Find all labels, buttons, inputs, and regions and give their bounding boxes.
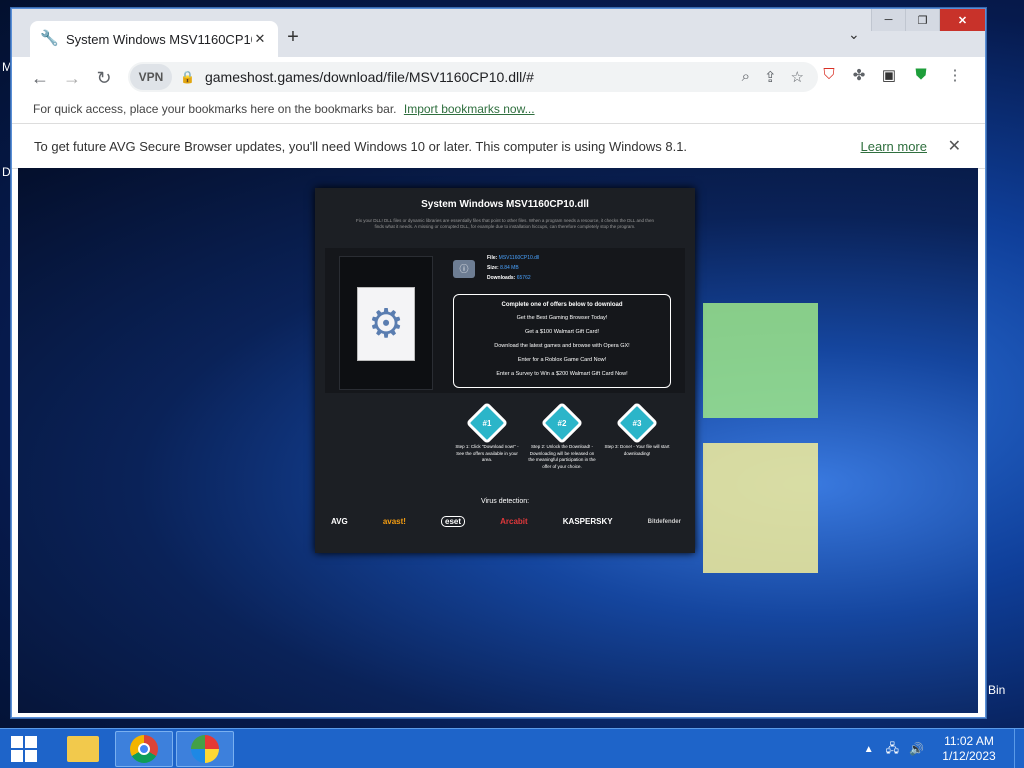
offers-heading: Complete one of offers below to download [501, 302, 623, 308]
show-desktop-button[interactable] [1014, 729, 1024, 768]
tab-title: System Windows MSV1160CP10.dll [66, 31, 252, 47]
downloads-value: 65762 [516, 275, 531, 281]
browser-window: 🔧 System Windows MSV1160CP10.dll ✕ + ⌄ ─… [11, 8, 986, 718]
taskbar-avg-browser[interactable] [176, 731, 234, 767]
virus-detection-heading: Virus detection: [480, 498, 530, 505]
step-text: Step 1: Click "Download now!" - See the … [455, 444, 519, 462]
minimize-button[interactable]: ─ [871, 9, 905, 31]
chrome-icon [130, 735, 158, 763]
infobar-close-icon[interactable]: ✕ [948, 136, 961, 156]
file-label: File: [487, 255, 498, 261]
eset-logo: eset [441, 516, 466, 527]
show-hidden-icons-chevron-icon[interactable]: ▲ [864, 744, 874, 755]
infobar-message: To get future AVG Secure Browser updates… [34, 138, 688, 154]
bookmarks-hint: For quick access, place your bookmarks h… [33, 102, 397, 116]
kaspersky-logo: KASPERSKY [562, 517, 613, 526]
privacy-shield-icon[interactable]: ⛉ [818, 66, 840, 83]
avg-browser-icon [191, 735, 219, 763]
taskbar: ▲ 🖧 🔊 11:02 AM 1/12/2023 [0, 728, 1024, 768]
new-tab-button[interactable]: + [280, 26, 306, 49]
bookmarks-bar: For quick access, place your bookmarks h… [12, 99, 985, 123]
url-text[interactable]: gameshost.games/download/file/MSV1160CP1… [205, 69, 742, 85]
network-icon[interactable]: 🖧 [886, 739, 899, 760]
step-badge: #2 [540, 401, 584, 445]
file-panel: ⚙ ⓘ File: MSV1160CP10.dll Size: 8.84 MB … [325, 248, 685, 393]
update-infobar: To get future AVG Secure Browser updates… [12, 123, 985, 169]
offer-link[interactable]: Get the Best Gaming Browser Today! [454, 311, 670, 325]
system-tray: ▲ 🖧 🔊 11:02 AM 1/12/2023 [864, 729, 1024, 768]
arcabit-logo: Arcabit [500, 517, 528, 526]
tab-strip: 🔧 System Windows MSV1160CP10.dll ✕ + ⌄ ─… [12, 9, 985, 57]
clock-time: 11:02 AM [944, 734, 994, 748]
step-text: Step 2: Unlock the Download! - Downloadi… [528, 444, 596, 469]
offer-link[interactable]: Enter for a Roblox Game Card Now! [454, 353, 670, 367]
step-badge: #1 [465, 401, 509, 445]
folder-icon [67, 736, 99, 762]
step-3: #3 Step 3: Done! - Your file will start … [602, 401, 672, 457]
windows-start-icon [11, 736, 37, 762]
antivirus-shield-icon[interactable]: ⛊ [910, 66, 932, 83]
lock-icon[interactable]: 🔒 [180, 70, 195, 84]
wrench-icon: 🔧 [40, 30, 59, 47]
reload-icon[interactable]: ↻ [88, 62, 120, 94]
tab-active[interactable]: 🔧 System Windows MSV1160CP10.dll ✕ [30, 21, 278, 57]
taskbar-chrome[interactable] [115, 731, 173, 767]
start-button[interactable] [4, 731, 44, 767]
clock[interactable]: 11:02 AM 1/12/2023 [934, 734, 1004, 764]
desktop-icon-label-partial: D [2, 165, 11, 179]
offers-box: Complete one of offers below to download… [453, 294, 671, 388]
vpn-button[interactable]: VPN [130, 64, 172, 90]
address-bar[interactable]: VPN 🔒 gameshost.games/download/file/MSV1… [128, 62, 818, 92]
step-text: Step 3: Done! - Your file will start dow… [604, 444, 670, 456]
volume-icon[interactable]: 🔊 [909, 742, 924, 756]
size-value: 8.84 MB [500, 265, 519, 271]
offer-link[interactable]: Enter a Survey to Win a $200 Walmart Gif… [454, 367, 670, 381]
info-icon: ⓘ [453, 260, 475, 278]
menu-kebab-icon[interactable]: ⋮ [944, 66, 966, 84]
file-info: ⓘ File: MSV1160CP10.dll Size: 8.84 MB Do… [453, 253, 540, 283]
forward-icon[interactable]: → [56, 62, 88, 94]
clock-date: 1/12/2023 [942, 749, 996, 763]
toolbar: ← → ↻ VPN 🔒 gameshost.games/download/fil… [12, 57, 985, 99]
close-window-button[interactable]: ✕ [939, 9, 985, 31]
recycle-bin-label-partial[interactable]: Bin [988, 683, 1005, 697]
tab-close-icon[interactable]: ✕ [252, 31, 268, 47]
dll-file-gear-icon: ⚙ [357, 287, 415, 361]
sidebar-icon[interactable]: ▣ [878, 66, 900, 84]
bookmark-star-icon[interactable]: ☆ [791, 68, 804, 86]
bitdefender-logo: Bitdefender [647, 518, 681, 525]
downloads-label: Downloads: [487, 275, 516, 281]
learn-more-link[interactable]: Learn more [861, 139, 927, 154]
back-icon[interactable]: ← [24, 62, 56, 94]
offer-link[interactable]: Get a $100 Walmart Gift Card! [454, 325, 670, 339]
offer-link[interactable]: Download the latest games and browse wit… [454, 339, 670, 353]
page-description: Fix your DLL! DLL files or dynamic libra… [355, 218, 655, 229]
import-bookmarks-link[interactable]: Import bookmarks now... [404, 102, 535, 116]
step-badge: #3 [615, 401, 659, 445]
file-value: MSV1160CP10.dll [498, 255, 540, 261]
window-controls: ─ ❐ ✕ [871, 9, 985, 31]
extensions-puzzle-icon[interactable]: ✤ [848, 66, 870, 84]
tab-search-chevron-icon[interactable]: ⌄ [848, 26, 860, 43]
maximize-button[interactable]: ❐ [905, 9, 939, 31]
size-label: Size: [487, 265, 499, 271]
file-thumbnail: ⚙ [339, 256, 433, 390]
step-1: #1 Step 1: Click "Download now!" - See t… [452, 401, 522, 464]
download-card: System Windows MSV1160CP10.dll Fix your … [315, 188, 695, 553]
page-viewport: System Windows MSV1160CP10.dll Fix your … [18, 168, 978, 713]
avg-logo: AVG [331, 517, 348, 526]
antivirus-logos: AVG avast! eset Arcabit KASPERSKY Bitdef… [331, 516, 681, 527]
step-2: #2 Step 2: Unlock the Download! - Downlo… [527, 401, 597, 470]
zoom-icon[interactable]: ⌕ [742, 68, 750, 86]
page-title: System Windows MSV1160CP10.dll [421, 199, 589, 210]
share-icon[interactable]: ⇪ [764, 68, 777, 86]
avast-logo: avast! [382, 517, 406, 526]
taskbar-file-explorer[interactable] [54, 731, 112, 767]
